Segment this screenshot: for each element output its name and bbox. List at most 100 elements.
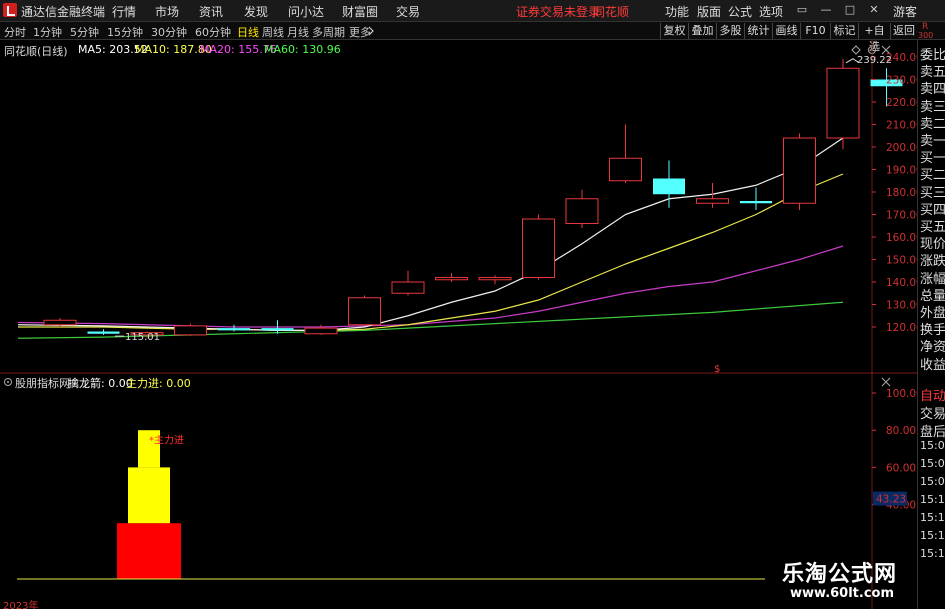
side-item2-5: 15:09 (920, 475, 945, 488)
broker-name[interactable]: 同花顺 (593, 3, 629, 20)
side-item-10: 买五 (920, 220, 945, 235)
minimize-icon[interactable]: — (818, 2, 834, 18)
btn-biaoji[interactable]: 标记 (830, 23, 858, 39)
side-item2-9: 15:16 (920, 547, 945, 560)
menu-shichang[interactable]: 市场 (155, 3, 179, 20)
candle-body (826, 67, 860, 139)
maximize-icon[interactable]: □ (842, 2, 858, 18)
side-item2-2[interactable]: 盘后 (920, 421, 945, 440)
btn-tongji[interactable]: 统计 (744, 23, 772, 39)
menu-xuanxiang[interactable]: 选项 (759, 3, 783, 20)
menu-zixun[interactable]: 资讯 (199, 3, 223, 20)
side-item2-7: 15:12 (920, 511, 945, 524)
app-logo-icon (3, 3, 17, 17)
candle-body (696, 198, 729, 204)
menu-banmian[interactable]: 版面 (697, 3, 721, 20)
ma20-line (17, 245, 844, 328)
btn-diejia[interactable]: 叠加 (688, 23, 716, 39)
chart-canvas[interactable]: 240.00230.00220.00210.00200.00190.00180.… (0, 40, 917, 609)
watermark-line2: www.60lt.com (790, 586, 895, 601)
period-monthly[interactable]: 月线 (287, 24, 309, 40)
btn-add-favorite[interactable]: +自选 (858, 23, 890, 53)
sub-annotation: *主力进 (149, 434, 184, 447)
y-tick-label: 210.00 (886, 120, 917, 132)
menu-faxian[interactable]: 发现 (244, 3, 268, 20)
period-weekly[interactable]: 周线 (262, 24, 284, 40)
y-tick-label: 120.00 (886, 322, 917, 334)
ma10-line (18, 173, 844, 331)
y-tick-label: 200.00 (886, 142, 917, 154)
side-item2-1[interactable]: 交易 (920, 403, 945, 422)
yellow-bar (128, 467, 170, 524)
side-item-16: 换手 (920, 323, 945, 339)
ma5-line (17, 137, 844, 331)
period-multi[interactable]: 多周期 (312, 24, 345, 40)
sub-y-tick-label: 100.00 (886, 388, 917, 400)
high-label: 239.22 (857, 55, 892, 66)
low-label: 115.01 (125, 332, 160, 343)
menu-wenxiaoda[interactable]: 问小达 (288, 3, 324, 20)
y-tick-label: 170.00 (886, 210, 917, 222)
side-item-18: 收益 (920, 357, 945, 373)
menu-hangqing[interactable]: 行情 (112, 3, 136, 20)
quote-side-panel: 委比 卖五 卖四 卖三 卖二 卖一 买一 买二 买三 买四 买五 现价 涨跌 涨幅 总量 外盘 换手 净资 收益 自动… (917, 40, 945, 609)
btn-f10[interactable]: F10 (800, 23, 830, 39)
candle-body (783, 137, 816, 204)
side-item-1: 卖五 (920, 65, 945, 81)
restore-icon[interactable]: ▭ (794, 2, 810, 18)
menu-jiaoyi[interactable]: 交易 (396, 3, 420, 20)
period-30min[interactable]: 30分钟 (151, 24, 187, 40)
candle-body (87, 331, 120, 334)
side-item-4: 卖二 (920, 116, 945, 132)
current-value-label: 43.23 (876, 494, 906, 506)
period-1min[interactable]: 1分钟 (33, 24, 62, 40)
app-title: 通达信金融终端 (21, 5, 106, 19)
candle-body (348, 297, 381, 326)
y-tick-label: 140.00 (886, 277, 917, 289)
login-notice[interactable]: 证券交易未登录 (516, 3, 600, 20)
candle-body (565, 198, 599, 224)
period-daily[interactable]: 日线 (237, 24, 259, 40)
y-tick-label: 150.00 (886, 255, 917, 267)
candle-body (609, 157, 642, 182)
period-toolbar: 分时 1分钟 5分钟 15分钟 30分钟 60分钟 日线 周线 月线 多周期 更… (0, 22, 945, 53)
menu-caifuquan[interactable]: 财富圈 (342, 3, 378, 20)
side-item2-4: 15:07 (920, 457, 945, 470)
candle-body (435, 277, 468, 281)
period-5min[interactable]: 5分钟 (70, 24, 99, 40)
candle-body (391, 281, 425, 294)
period-60min[interactable]: 60分钟 (195, 24, 231, 40)
candle-body (174, 325, 207, 336)
side-item-9: 买四 (920, 202, 945, 218)
side-item2-0[interactable]: 自动 (920, 385, 945, 404)
side-item-17: 净资 (920, 340, 945, 356)
candle-body (304, 327, 338, 335)
menu-gongshi[interactable]: 公式 (728, 3, 752, 20)
sub-y-tick-label: 80.00 (886, 425, 916, 437)
y-tick-label: 190.00 (886, 165, 917, 177)
close-icon[interactable]: ✕ (866, 2, 882, 18)
period-15min[interactable]: 15分钟 (107, 24, 143, 40)
side-indicator-num: 300 (918, 31, 934, 40)
event-marker: $ (714, 364, 720, 375)
btn-back[interactable]: 返回 (890, 23, 917, 39)
btn-duogu[interactable]: 多股 (716, 23, 744, 39)
side-item-7: 买二 (920, 168, 945, 184)
candle-body (740, 201, 772, 204)
chevron-right-icon[interactable] (368, 26, 375, 36)
period-fenshi[interactable]: 分时 (4, 24, 26, 40)
btn-huaxian[interactable]: 画线 (772, 23, 800, 39)
candle-body (478, 277, 512, 281)
y-tick-label: 230.00 (886, 75, 917, 87)
side-item-3: 卖三 (920, 99, 945, 115)
side-item-6: 买一 (920, 151, 945, 167)
y-tick-label: 160.00 (886, 232, 917, 244)
menu-gongneng[interactable]: 功能 (665, 3, 689, 20)
candle-body (218, 328, 250, 331)
side-item-14: 总量 (920, 288, 945, 304)
side-item2-6: 15:11 (920, 493, 945, 506)
btn-fuquan[interactable]: 复权 (660, 23, 688, 39)
y-tick-label: 220.00 (886, 97, 917, 109)
side-item-11: 现价 (920, 237, 945, 253)
guest-label[interactable]: 游客 (893, 3, 917, 20)
